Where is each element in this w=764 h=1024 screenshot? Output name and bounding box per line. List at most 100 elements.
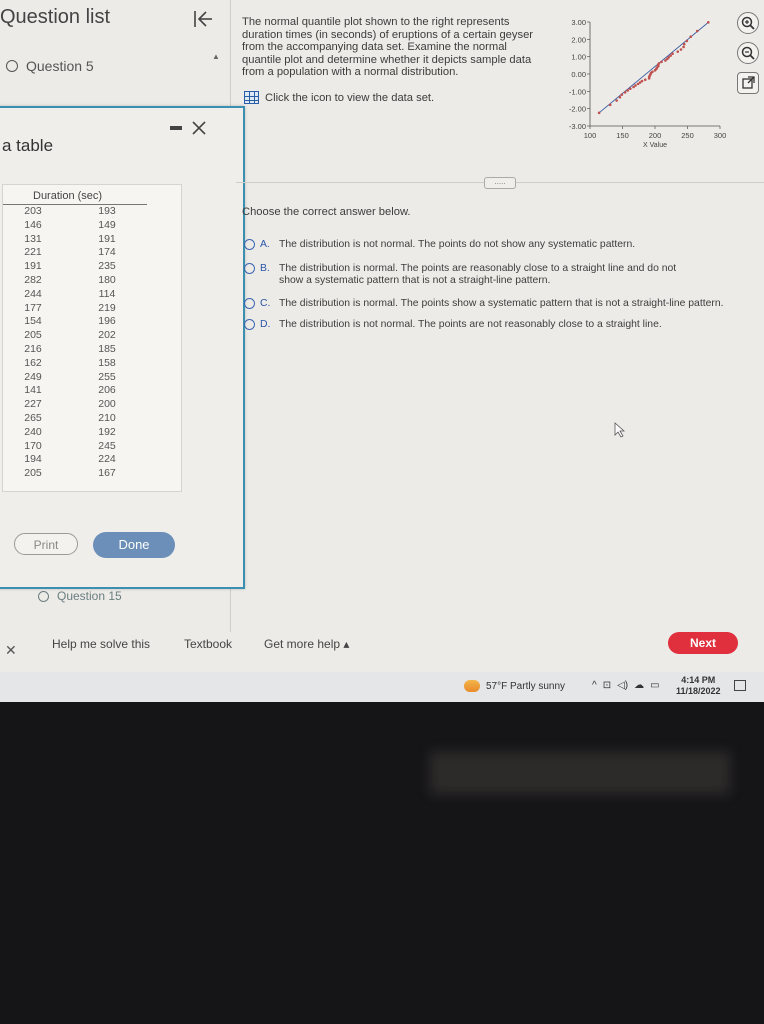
display-icon[interactable]: ▭ xyxy=(650,680,659,691)
table-row: 249 255 xyxy=(3,371,181,385)
zoom-in-icon[interactable] xyxy=(737,12,759,34)
table-row: 203 193 xyxy=(3,205,181,219)
bottom-action-bar: ✕ Help me solve this Textbook Get more h… xyxy=(0,632,764,672)
table-cell: 255 xyxy=(98,370,116,383)
get-more-help-label: Get more help xyxy=(264,637,341,651)
question-15-radio[interactable] xyxy=(38,590,49,602)
next-button[interactable]: Next xyxy=(668,632,738,654)
system-clock[interactable]: 4:14 PM 11/18/2022 xyxy=(676,675,721,697)
y-tick-label: 0.00 xyxy=(571,70,586,79)
network-icon[interactable]: ⊡ xyxy=(603,680,611,691)
view-dataset-link[interactable]: Click the icon to view the data set. xyxy=(244,91,434,104)
table-cell: 205 xyxy=(24,329,42,342)
data-point xyxy=(597,111,601,115)
mouse-cursor-icon xyxy=(614,422,626,438)
weather-text: 57°F Partly sunny xyxy=(486,680,566,692)
option-b-text: The distribution is normal. The points a… xyxy=(279,263,677,286)
close-bar-icon[interactable]: ✕ xyxy=(5,642,17,659)
table-cell: 131 xyxy=(24,232,42,245)
data-point xyxy=(657,62,661,65)
x-tick-label: 150 xyxy=(616,131,629,140)
data-point xyxy=(620,93,624,96)
table-row: 240 192 xyxy=(3,426,181,440)
get-more-help-button[interactable]: Get more help ▴ xyxy=(264,637,349,651)
table-row: 177 219 xyxy=(3,302,181,316)
cloud-icon[interactable]: ☁ xyxy=(634,680,644,691)
windows-taskbar: 57°F Partly sunny ^ ⊡ ◁) ☁ ▭ 4:14 PM 11/… xyxy=(0,672,764,702)
data-point xyxy=(618,95,622,99)
monitor-bezel xyxy=(0,702,764,1024)
help-me-solve-button[interactable]: Help me solve this xyxy=(52,637,150,651)
option-b[interactable]: B. The distribution is normal. The point… xyxy=(244,263,699,287)
y-tick-label: -1.00 xyxy=(569,87,586,96)
table-cell: 244 xyxy=(24,287,42,300)
option-d-letter: D. xyxy=(260,319,271,330)
table-row: 244 114 xyxy=(3,288,181,302)
option-d-radio[interactable] xyxy=(244,319,255,330)
minimize-icon[interactable] xyxy=(170,126,182,130)
notification-icon[interactable] xyxy=(734,680,746,691)
system-tray[interactable]: ^ ⊡ ◁) ☁ ▭ xyxy=(592,680,660,691)
table-cell: 193 xyxy=(98,205,116,217)
option-c-text: The distribution is normal. The points s… xyxy=(279,298,724,309)
table-cell: 185 xyxy=(98,342,116,355)
data-point xyxy=(685,39,689,43)
print-button[interactable]: Print xyxy=(14,533,78,555)
scroll-up-arrow-icon[interactable]: ▲ xyxy=(212,52,220,61)
data-point xyxy=(643,78,647,82)
question-15-item[interactable]: Question 15 xyxy=(38,589,122,603)
table-cell: 265 xyxy=(24,411,42,424)
data-point xyxy=(695,29,699,33)
volume-icon[interactable]: ◁) xyxy=(617,680,628,691)
table-row: 154 196 xyxy=(3,315,181,329)
option-c[interactable]: C. The distribution is normal. The point… xyxy=(244,298,739,310)
x-tick-label: 250 xyxy=(681,131,694,140)
table-cell: 174 xyxy=(98,246,116,259)
data-point xyxy=(660,60,663,64)
external-link-icon[interactable] xyxy=(737,72,759,94)
option-b-radio[interactable] xyxy=(244,263,255,274)
normal-quantile-plot: 3.00 2.00 1.00 0.00 -1.00 -2.00 -3.00100 150 200… xyxy=(569,18,726,149)
data-set-grid-icon[interactable] xyxy=(244,91,259,104)
data-point xyxy=(626,89,629,92)
table-cell: 216 xyxy=(24,342,42,355)
option-d[interactable]: D. The distribution is not normal. The p… xyxy=(244,319,739,331)
expand-more-button[interactable]: ..... xyxy=(484,177,516,189)
question-5-radio[interactable] xyxy=(6,60,18,72)
y-tick-label: 3.00 xyxy=(571,18,586,27)
partly-sunny-icon xyxy=(464,680,480,692)
data-point xyxy=(707,21,710,24)
option-d-text: The distribution is not normal. The poin… xyxy=(279,319,662,330)
weather-widget[interactable]: 57°F Partly sunny xyxy=(464,680,565,692)
table-cell: 205 xyxy=(24,467,42,480)
option-b-letter: B. xyxy=(260,263,270,274)
view-dataset-label: Click the icon to view the data set. xyxy=(265,91,435,104)
table-cell: 196 xyxy=(98,315,116,328)
table-row: 216 185 xyxy=(3,343,181,357)
clock-date: 11/18/2022 xyxy=(676,686,721,696)
zoom-out-icon[interactable] xyxy=(737,42,759,64)
question-5-item[interactable]: Question 5 xyxy=(6,58,94,74)
collapse-panel-icon[interactable] xyxy=(192,8,214,30)
reference-line xyxy=(598,22,709,114)
data-point xyxy=(689,35,693,39)
table-cell: 206 xyxy=(98,384,116,397)
option-a-radio[interactable] xyxy=(244,239,255,250)
screen: Question list Question 5 ▲ Question 15 a… xyxy=(0,0,764,672)
question-prompt: The normal quantile plot shown to the ri… xyxy=(242,16,534,78)
table-row: 221 174 xyxy=(3,246,181,260)
close-icon[interactable] xyxy=(191,120,207,136)
table-row: 205 202 xyxy=(3,329,181,343)
tray-chevron-icon[interactable]: ^ xyxy=(592,680,597,691)
table-cell: 282 xyxy=(24,273,42,286)
table-cell: 224 xyxy=(98,453,116,466)
data-point xyxy=(640,79,644,83)
option-c-radio[interactable] xyxy=(244,298,255,309)
table-cell: 203 xyxy=(24,205,42,217)
y-tick-label: 1.00 xyxy=(571,53,586,62)
done-button[interactable]: Done xyxy=(93,532,175,558)
table-cell: 200 xyxy=(98,398,116,411)
option-a[interactable]: A. The distribution is not normal. The p… xyxy=(244,239,739,251)
textbook-button[interactable]: Textbook xyxy=(184,637,232,651)
data-point xyxy=(623,91,627,94)
